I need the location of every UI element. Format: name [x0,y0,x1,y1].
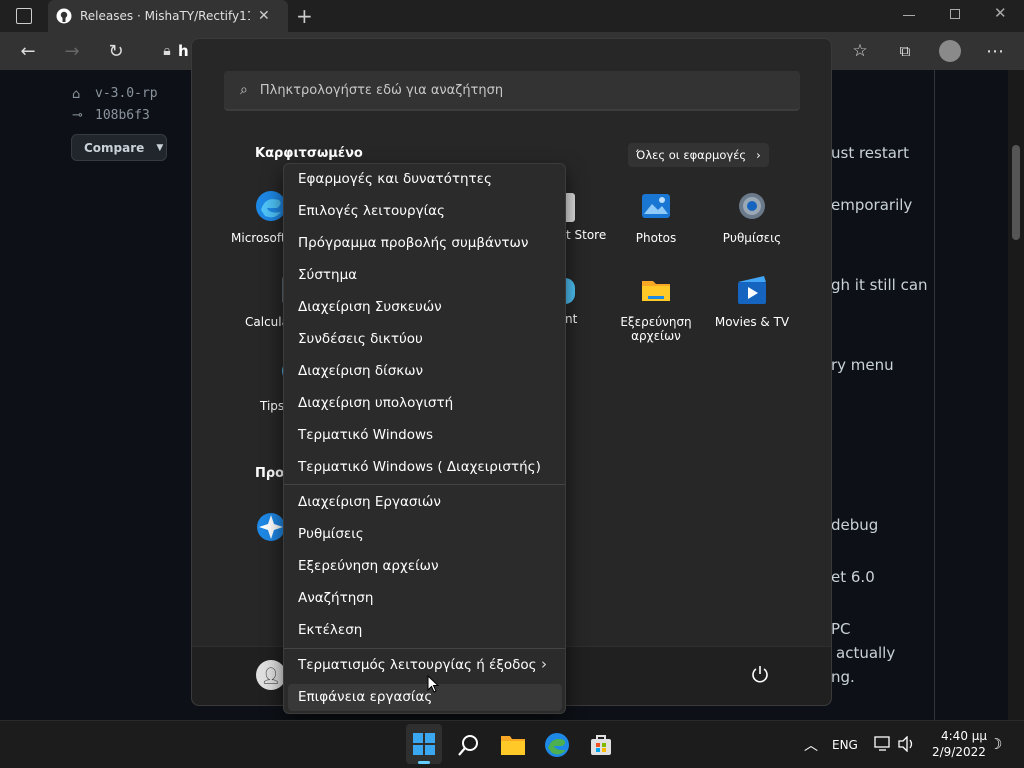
content-divider [934,70,935,720]
scrollbar-thumb[interactable] [1012,145,1020,240]
favorites-icon[interactable]: ☆ [849,40,871,62]
menu-separator [284,484,565,485]
chevron-down-icon: ▼ [156,142,164,153]
mouse-cursor-icon [427,675,439,693]
app-label: Photos [635,231,677,245]
release-commit[interactable]: 108b6f3 [95,108,150,123]
menu-item-run[interactable]: Εκτέλεση [298,622,362,638]
chevron-right-icon: › [541,655,547,673]
compare-label: Compare [84,140,145,155]
tab-actions-icon[interactable] [16,8,32,24]
refresh-button[interactable]: ↻ [105,40,127,62]
app-label: Ρυθμίσεις [722,231,782,245]
recommended-app-icon[interactable] [256,512,286,542]
app-label: nt [565,312,578,326]
restore-button[interactable] [950,9,960,19]
menu-separator [284,648,565,649]
search-placeholder: Πληκτρολογήστε εδώ για αναζήτηση [259,82,504,98]
all-apps-label: Όλες οι εφαρμογές [636,148,747,162]
active-indicator [418,761,430,764]
profile-avatar[interactable] [939,40,961,62]
tag-icon: ⌂ [72,87,81,102]
menu-item-apps-features[interactable]: Εφαρμογές και δυνατότητες [298,171,492,187]
store-icon-edge [565,193,575,222]
menu-item-desktop[interactable]: Επιφάνεια εργασίας [298,689,432,705]
input-language[interactable]: ENG [832,738,858,752]
menu-item-system[interactable]: Σύστημα [298,267,357,283]
close-window-button[interactable]: ✕ [994,4,1007,22]
collections-icon[interactable]: ⧉ [894,40,916,62]
gear-icon [739,193,765,219]
movies-tv-icon [738,276,766,304]
taskbar-store-icon[interactable] [589,733,613,757]
start-button[interactable] [406,724,442,764]
back-button[interactable]: ← [17,40,39,62]
menu-item-file-explorer[interactable]: Εξερεύνηση αρχείων [298,558,439,574]
start-search-box[interactable]: ⌕ Πληκτρολογήστε εδώ για αναζήτηση [224,71,800,111]
power-icon [752,666,768,683]
release-note-fragment: ng. [831,668,855,686]
release-tag[interactable]: v-3.0-rp [95,86,158,101]
menu-item-event-viewer[interactable]: Πρόγραμμα προβολής συμβάντων [298,235,528,251]
github-icon [56,8,72,24]
all-apps-button[interactable]: Όλες οι εφαρμογές › [628,143,769,167]
release-note-fragment: actually [836,644,896,662]
clock-date[interactable]: 2/9/2022 [932,745,986,759]
tab-close-icon[interactable]: ✕ [258,8,270,24]
release-note-fragment: ust restart [831,144,909,162]
release-note-fragment: et 6.0 [831,568,875,586]
photos-icon [642,194,670,218]
pinned-app-settings[interactable]: Ρυθμίσεις [707,190,797,245]
menu-item-windows-terminal-admin[interactable]: Τερματικό Windows ( Διαχειριστής) [298,459,541,475]
user-avatar[interactable]: 👤︎ [256,660,286,690]
browser-tab-releases[interactable]: Releases · MishaTY/Rectify11Inst ✕ [48,0,288,32]
release-note-fragment: ry menu [831,356,894,374]
lock-icon: 🔒︎ [163,43,171,59]
taskbar-edge-icon[interactable] [544,732,570,758]
minimize-button[interactable] [903,15,915,16]
release-note-fragment: gh it still can [831,276,928,294]
app-label: Movies & TV [714,315,790,329]
release-note-fragment: emporarily [831,196,913,214]
menu-item-windows-terminal[interactable]: Τερματικό Windows [298,427,433,443]
search-icon: ⌕ [240,82,248,98]
chevron-right-icon: › [756,148,761,162]
menu-item-disk-management[interactable]: Διαχείριση δίσκων [298,363,423,379]
recommended-heading: Προ [255,466,285,481]
menu-item-settings[interactable]: Ρυθμίσεις [298,526,364,542]
menu-item-power-options[interactable]: Επιλογές λειτουργίας [298,203,445,219]
taskbar-file-explorer-icon[interactable] [500,733,526,757]
power-button[interactable] [750,664,770,684]
notifications-icon[interactable]: ☽ [989,735,1002,753]
network-icon[interactable] [874,736,892,752]
pinned-app-file-explorer[interactable]: Εξερεύνηση αρχείων [611,274,701,343]
pinned-heading: Καρφιτσωμένο [255,146,363,161]
release-note-fragment: PC [831,620,851,638]
browser-tab-bar: Releases · MishaTY/Rectify11Inst ✕ + ✕ [0,0,1024,32]
windows-logo-icon [413,733,435,755]
app-label: Εξερεύνηση αρχείων [620,315,692,343]
more-menu-icon[interactable]: ⋯ [984,40,1006,62]
menu-item-network-connections[interactable]: Συνδέσεις δικτύου [298,331,423,347]
pinned-app-photos[interactable]: Photos [611,190,701,245]
compare-button[interactable]: Compare ▼ [71,134,167,161]
menu-item-shutdown-signout[interactable]: Τερματισμός λειτουργίας ή έξοδος [298,657,537,673]
menu-item-device-manager[interactable]: Διαχείριση Συσκευών [298,299,442,315]
volume-icon[interactable] [898,736,916,752]
commit-icon: ⊸ [72,108,83,123]
pinned-app-movies-tv[interactable]: Movies & TV [707,274,797,329]
user-icon: 👤︎ [260,665,282,685]
release-note-fragment: debug [831,516,879,534]
forward-button[interactable]: → [61,40,83,62]
menu-item-search[interactable]: Αναζήτηση [298,590,373,606]
new-tab-button[interactable]: + [296,4,313,28]
menu-item-task-manager[interactable]: Διαχείριση Εργασιών [298,494,441,510]
folder-icon [642,281,670,301]
taskbar-search-icon[interactable] [457,733,481,757]
tray-overflow-icon[interactable]: ︿ [804,735,818,755]
menu-item-computer-management[interactable]: Διαχείριση υπολογιστή [298,395,453,411]
tab-title: Releases · MishaTY/Rectify11Inst [80,9,250,23]
clock-time[interactable]: 4:40 μμ [941,729,987,743]
